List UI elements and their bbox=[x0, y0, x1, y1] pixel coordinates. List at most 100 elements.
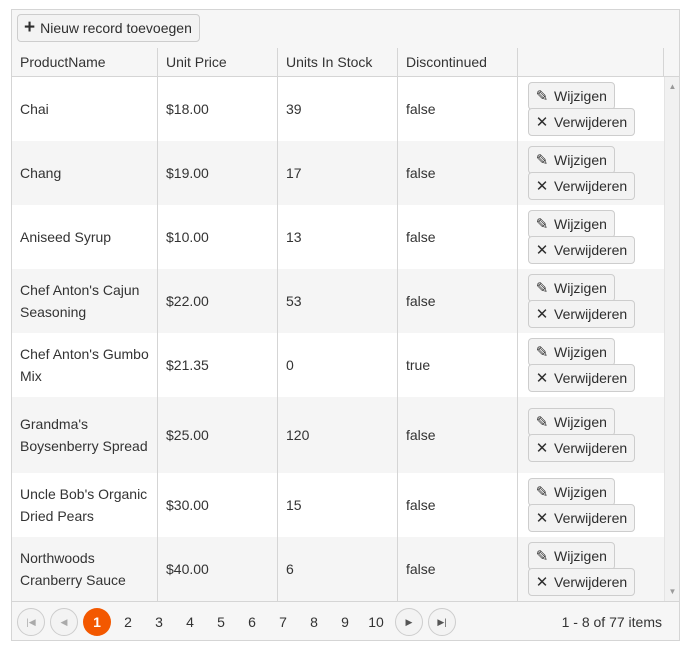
x-icon: ✕ bbox=[535, 439, 549, 457]
edit-label: Wijzigen bbox=[554, 414, 607, 430]
cell-commands: ✎ Wijzigen ✕ Verwijderen bbox=[518, 397, 664, 473]
cell-productname-text: Northwoods Cranberry Sauce bbox=[20, 550, 126, 588]
edit-button[interactable]: ✎ Wijzigen bbox=[528, 408, 615, 436]
cell-discontinued: false bbox=[398, 537, 518, 601]
cell-productname-text: Chef Anton's Gumbo Mix bbox=[20, 346, 149, 384]
cell-units-in-stock-text: 120 bbox=[286, 427, 310, 443]
edit-button[interactable]: ✎ Wijzigen bbox=[528, 82, 615, 110]
table-row[interactable]: Chef Anton's Gumbo Mix $21.35 0 true ✎ Wijzig… bbox=[12, 333, 664, 397]
plus-icon: + bbox=[24, 16, 36, 38]
cell-units-in-stock: 39 bbox=[278, 77, 398, 141]
edit-label: Wijzigen bbox=[554, 280, 607, 296]
column-header-unit-price[interactable]: Unit Price bbox=[158, 48, 278, 76]
edit-button[interactable]: ✎ Wijzigen bbox=[528, 146, 615, 174]
page-number-button[interactable]: 10 bbox=[362, 608, 390, 636]
page-number-button[interactable]: 8 bbox=[300, 608, 328, 636]
cell-units-in-stock-text: 6 bbox=[286, 561, 294, 577]
delete-button[interactable]: ✕ Verwijderen bbox=[528, 172, 636, 200]
cell-unit-price: $18.00 bbox=[158, 77, 278, 141]
x-icon: ✕ bbox=[535, 113, 549, 131]
next-page-button[interactable]: ▶ bbox=[395, 608, 423, 636]
scroll-up-icon[interactable]: ▲ bbox=[665, 79, 679, 94]
page-number-button[interactable]: 1 bbox=[83, 608, 111, 636]
last-page-button[interactable]: ▶| bbox=[428, 608, 456, 636]
cell-productname: Chai bbox=[12, 77, 158, 141]
previous-page-button[interactable]: ◀ bbox=[50, 608, 78, 636]
cell-unit-price: $10.00 bbox=[158, 205, 278, 269]
cell-discontinued-text: false bbox=[406, 427, 436, 443]
page-number-button[interactable]: 4 bbox=[176, 608, 204, 636]
add-record-label: Nieuw record toevoegen bbox=[40, 20, 192, 36]
cell-productname-text: Chef Anton's Cajun Seasoning bbox=[20, 282, 140, 320]
delete-button[interactable]: ✕ Verwijderen bbox=[528, 236, 636, 264]
x-icon: ✕ bbox=[535, 509, 549, 527]
cell-units-in-stock-text: 39 bbox=[286, 101, 302, 117]
cell-productname-text: Aniseed Syrup bbox=[20, 229, 112, 245]
cell-productname: Chef Anton's Cajun Seasoning bbox=[12, 269, 158, 333]
table-row[interactable]: Chef Anton's Cajun Seasoning $22.00 53 fals… bbox=[12, 269, 664, 333]
cell-discontinued: false bbox=[398, 397, 518, 473]
add-record-button[interactable]: + Nieuw record toevoegen bbox=[17, 14, 200, 42]
page-number-button[interactable]: 3 bbox=[145, 608, 173, 636]
delete-button[interactable]: ✕ Verwijderen bbox=[528, 568, 636, 596]
cell-unit-price-text: $30.00 bbox=[166, 497, 209, 513]
cell-units-in-stock: 15 bbox=[278, 473, 398, 537]
delete-button[interactable]: ✕ Verwijderen bbox=[528, 364, 636, 392]
next-page-icon: ▶ bbox=[405, 616, 413, 627]
cell-productname: Chef Anton's Gumbo Mix bbox=[12, 333, 158, 397]
cell-unit-price: $21.35 bbox=[158, 333, 278, 397]
page-number-button[interactable]: 2 bbox=[114, 608, 142, 636]
first-page-button[interactable]: |◀ bbox=[17, 608, 45, 636]
cell-units-in-stock: 120 bbox=[278, 397, 398, 473]
cell-units-in-stock-text: 17 bbox=[286, 165, 302, 181]
previous-page-icon: ◀ bbox=[60, 616, 68, 627]
cell-discontinued: false bbox=[398, 141, 518, 205]
page-number-button[interactable]: 7 bbox=[269, 608, 297, 636]
cell-unit-price: $40.00 bbox=[158, 537, 278, 601]
table-row[interactable]: Aniseed Syrup $10.00 13 false ✎ Wijzigen ✕ Verw… bbox=[12, 205, 664, 269]
column-header-discontinued[interactable]: Discontinued bbox=[398, 48, 518, 76]
page-number-button[interactable]: 5 bbox=[207, 608, 235, 636]
cell-productname-text: Grandma's Boysenberry Spread bbox=[20, 416, 148, 454]
edit-button[interactable]: ✎ Wijzigen bbox=[528, 274, 615, 302]
edit-label: Wijzigen bbox=[554, 484, 607, 500]
edit-label: Wijzigen bbox=[554, 344, 607, 360]
delete-button[interactable]: ✕ Verwijderen bbox=[528, 434, 636, 462]
grid-header: ProductName Unit Price Units In Stock Di… bbox=[12, 48, 679, 77]
cell-discontinued-text: false bbox=[406, 561, 436, 577]
cell-units-in-stock: 13 bbox=[278, 205, 398, 269]
delete-label: Verwijderen bbox=[554, 370, 628, 386]
table-row[interactable]: Chang $19.00 17 false ✎ Wijzigen ✕ Verwijderen bbox=[12, 141, 664, 205]
vertical-scrollbar[interactable]: ▲ ▼ bbox=[664, 77, 679, 601]
table-row[interactable]: Northwoods Cranberry Sauce $40.00 6 false ✎ W… bbox=[12, 537, 664, 601]
column-header-units-in-stock[interactable]: Units In Stock bbox=[278, 48, 398, 76]
cell-unit-price-text: $18.00 bbox=[166, 101, 209, 117]
cell-unit-price: $19.00 bbox=[158, 141, 278, 205]
delete-button[interactable]: ✕ Verwijderen bbox=[528, 108, 636, 136]
cell-productname-text: Uncle Bob's Organic Dried Pears bbox=[20, 486, 148, 524]
edit-label: Wijzigen bbox=[554, 548, 607, 564]
cell-productname: Chang bbox=[12, 141, 158, 205]
delete-button[interactable]: ✕ Verwijderen bbox=[528, 300, 636, 328]
edit-button[interactable]: ✎ Wijzigen bbox=[528, 338, 615, 366]
cell-discontinued: false bbox=[398, 77, 518, 141]
cell-unit-price-text: $22.00 bbox=[166, 293, 209, 309]
column-header-commands bbox=[518, 48, 664, 76]
page-number-button[interactable]: 9 bbox=[331, 608, 359, 636]
scroll-down-icon[interactable]: ▼ bbox=[665, 584, 679, 599]
cell-units-in-stock-text: 13 bbox=[286, 229, 302, 245]
edit-button[interactable]: ✎ Wijzigen bbox=[528, 478, 615, 506]
page-number-button[interactable]: 6 bbox=[238, 608, 266, 636]
table-row[interactable]: Uncle Bob's Organic Dried Pears $30.00 15 f… bbox=[12, 473, 664, 537]
pencil-icon: ✎ bbox=[535, 413, 549, 431]
cell-commands: ✎ Wijzigen ✕ Verwijderen bbox=[518, 333, 664, 397]
cell-unit-price-text: $21.35 bbox=[166, 357, 209, 373]
table-row[interactable]: Chai $18.00 39 false ✎ Wijzigen ✕ Verwijderen bbox=[12, 77, 664, 141]
column-header-productname[interactable]: ProductName bbox=[12, 48, 158, 76]
edit-button[interactable]: ✎ Wijzigen bbox=[528, 542, 615, 570]
edit-button[interactable]: ✎ Wijzigen bbox=[528, 210, 615, 238]
table-row[interactable]: Grandma's Boysenberry Spread $25.00 120 fal… bbox=[12, 397, 664, 473]
delete-button[interactable]: ✕ Verwijderen bbox=[528, 504, 636, 532]
cell-units-in-stock-text: 53 bbox=[286, 293, 302, 309]
cell-discontinued: false bbox=[398, 473, 518, 537]
